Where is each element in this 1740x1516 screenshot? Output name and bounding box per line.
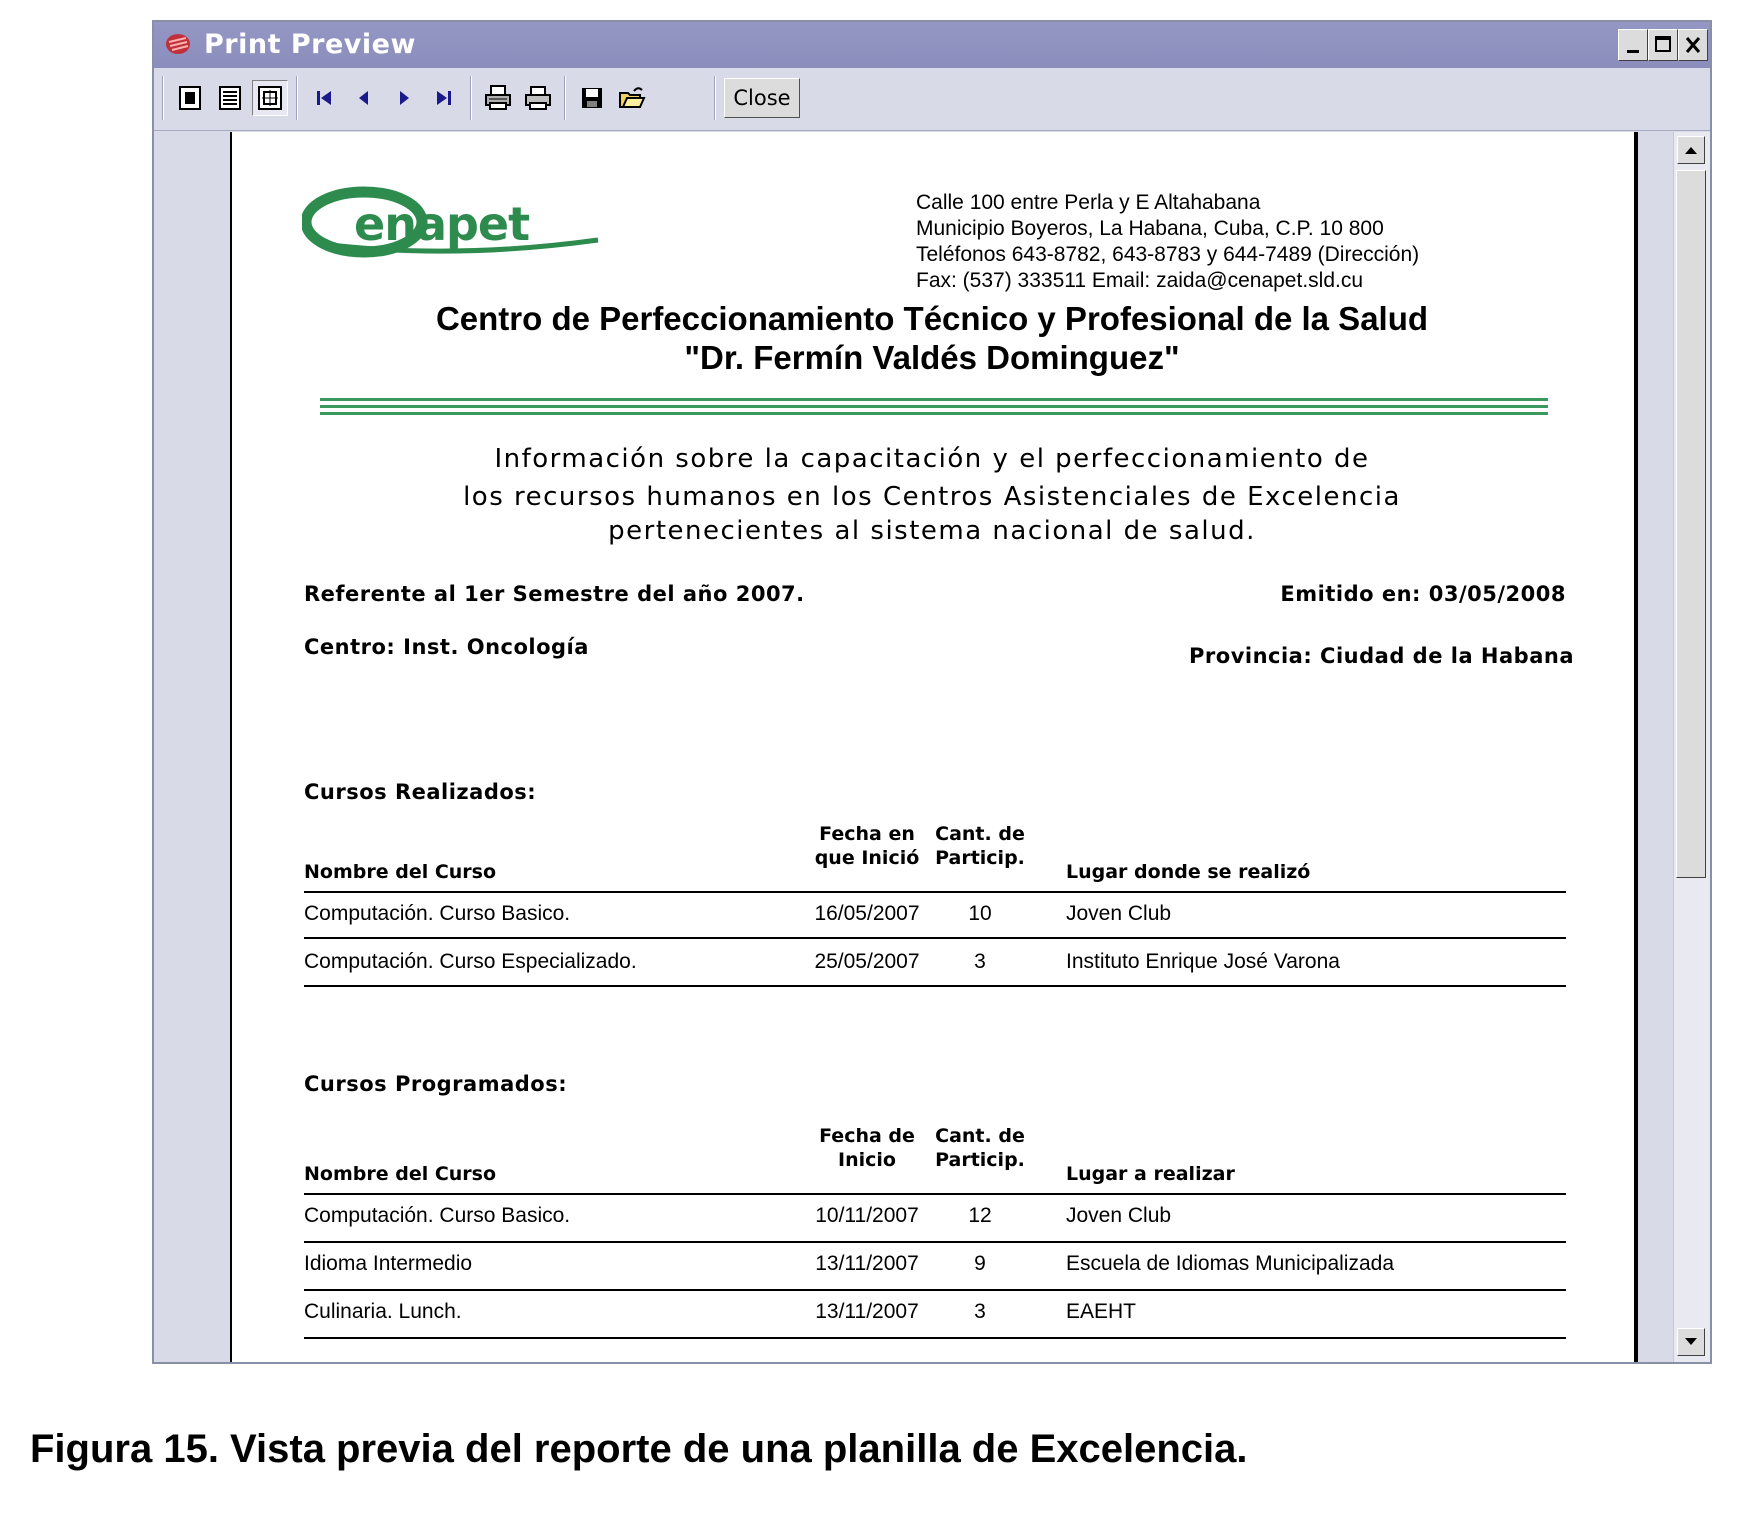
participant-count: 12 — [968, 1204, 992, 1227]
column-header-participants: Particip. — [935, 1149, 1025, 1171]
course-location: Joven Club — [1066, 902, 1172, 925]
next-page-icon[interactable] — [386, 80, 422, 116]
scrollbar-thumb[interactable] — [1676, 170, 1706, 878]
app-icon — [164, 32, 192, 56]
address-line: Municipio Boyeros, La Habana, Cuba, C.P.… — [916, 217, 1384, 240]
course-location: Joven Club — [1066, 1204, 1172, 1227]
course-location: Instituto Enrique José Varona — [1066, 950, 1340, 973]
course-date: 16/05/2007 — [814, 902, 920, 925]
course-location: Escuela de Idiomas Municipalizada — [1066, 1252, 1395, 1275]
course-name: Computación. Curso Especializado. — [304, 950, 637, 973]
divider-line — [320, 398, 1548, 401]
participant-count: 3 — [974, 950, 986, 973]
print-setup-icon[interactable] — [480, 80, 516, 116]
preview-area[interactable]: enapet Calle 100 entre Perla y E Altahab… — [154, 132, 1710, 1362]
toolbar: Close — [154, 68, 1710, 131]
cenapet-logo: enapet — [300, 182, 602, 273]
address-line: Teléfonos 643-8782, 643-8783 y 644-7489 … — [916, 243, 1420, 266]
table-rule — [304, 937, 1566, 939]
column-header-participants: Cant. de — [935, 823, 1025, 845]
divider-line — [320, 405, 1548, 408]
maximize-button[interactable] — [1648, 29, 1678, 61]
report-subtitle: pertenecientes al sistema nacional de sa… — [608, 516, 1256, 546]
divider-line — [320, 412, 1548, 415]
participant-count: 3 — [974, 1300, 986, 1323]
table-rule — [304, 1337, 1566, 1339]
scheduled-courses-heading: Cursos Programados: — [304, 1072, 568, 1096]
toolbar-separator — [714, 76, 716, 120]
table-rule — [304, 891, 1566, 893]
report-page: enapet Calle 100 entre Perla y E Altahab… — [230, 132, 1638, 1362]
figure-caption: Figura 15. Vista previa del reporte de u… — [30, 1427, 1248, 1471]
course-name: Culinaria. Lunch. — [304, 1300, 462, 1323]
report-subtitle: los recursos humanos en los Centros Asis… — [463, 482, 1401, 512]
column-header-start-date: Fecha de — [819, 1125, 915, 1147]
issued-date: Emitido en: 03/05/2008 — [1280, 582, 1566, 606]
table-rule — [304, 1289, 1566, 1291]
address-line: Calle 100 entre Perla y E Altahabana — [916, 191, 1261, 214]
column-header-start-date: que Inició — [814, 847, 920, 869]
toolbar-separator — [564, 76, 566, 120]
course-name: Computación. Curso Basico. — [304, 902, 571, 925]
column-header-location: Lugar a realizar — [1066, 1163, 1235, 1185]
report-subtitle: Información sobre la capacitación y el p… — [494, 444, 1370, 474]
previous-page-icon[interactable] — [346, 80, 382, 116]
window-close-button[interactable] — [1678, 29, 1708, 61]
course-location: EAEHT — [1066, 1300, 1137, 1323]
print-icon[interactable] — [520, 80, 556, 116]
semester-reference: Referente al 1er Semestre del año 2007. — [304, 582, 805, 606]
table-rule — [304, 985, 1566, 987]
save-icon[interactable] — [574, 80, 610, 116]
province: Provincia: Ciudad de la Habana — [1189, 644, 1574, 668]
institution-honoree: "Dr. Fermín Valdés Dominguez" — [684, 339, 1180, 376]
completed-courses-heading: Cursos Realizados: — [304, 780, 537, 804]
one-page-view-icon[interactable] — [172, 80, 208, 116]
course-name: Idioma Intermedio — [304, 1252, 473, 1275]
toolbar-separator — [470, 76, 472, 120]
table-rule — [304, 1193, 1566, 1195]
participant-count: 9 — [974, 1252, 986, 1275]
toolbar-separator — [162, 76, 164, 120]
vertical-scrollbar[interactable] — [1673, 132, 1710, 1362]
course-name: Computación. Curso Basico. — [304, 1204, 571, 1227]
column-header-location: Lugar donde se realizó — [1066, 861, 1311, 883]
table-rule — [304, 1241, 1566, 1243]
course-date: 25/05/2007 — [814, 950, 920, 973]
column-header-start-date: Fecha en — [819, 823, 915, 845]
close-button[interactable]: Close — [724, 78, 800, 118]
institution-name: Centro de Perfeccionamiento Técnico y Pr… — [435, 300, 1429, 337]
participant-count: 10 — [968, 902, 992, 925]
scroll-down-arrow-icon[interactable] — [1677, 1328, 1705, 1356]
address-line: Fax: (537) 333511 Email: zaida@cenapet.s… — [916, 269, 1364, 292]
column-header-course-name: Nombre del Curso — [304, 1163, 497, 1185]
scroll-up-arrow-icon[interactable] — [1677, 136, 1705, 164]
center-name: Centro: Inst. Oncología — [304, 635, 589, 659]
column-header-participants: Particip. — [935, 847, 1025, 869]
title-bar[interactable]: Print Preview — [154, 22, 1710, 68]
course-date: 13/11/2007 — [815, 1252, 919, 1275]
window-title: Print Preview — [204, 29, 416, 60]
course-date: 13/11/2007 — [815, 1300, 919, 1323]
fit-page-icon[interactable] — [252, 80, 288, 116]
column-header-participants: Cant. de — [935, 1125, 1025, 1147]
print-preview-window: Print Preview Close enapet Calle 100 ent… — [152, 20, 1712, 1364]
open-icon[interactable] — [614, 80, 650, 116]
multi-page-view-icon[interactable] — [212, 80, 248, 116]
svg-text:enapet: enapet — [354, 197, 529, 251]
last-page-icon[interactable] — [426, 80, 462, 116]
toolbar-separator — [296, 76, 298, 120]
course-date: 10/11/2007 — [815, 1204, 919, 1227]
column-header-start-date: Inicio — [838, 1149, 896, 1171]
minimize-button[interactable] — [1618, 29, 1648, 61]
column-header-course-name: Nombre del Curso — [304, 861, 497, 883]
first-page-icon[interactable] — [306, 80, 342, 116]
